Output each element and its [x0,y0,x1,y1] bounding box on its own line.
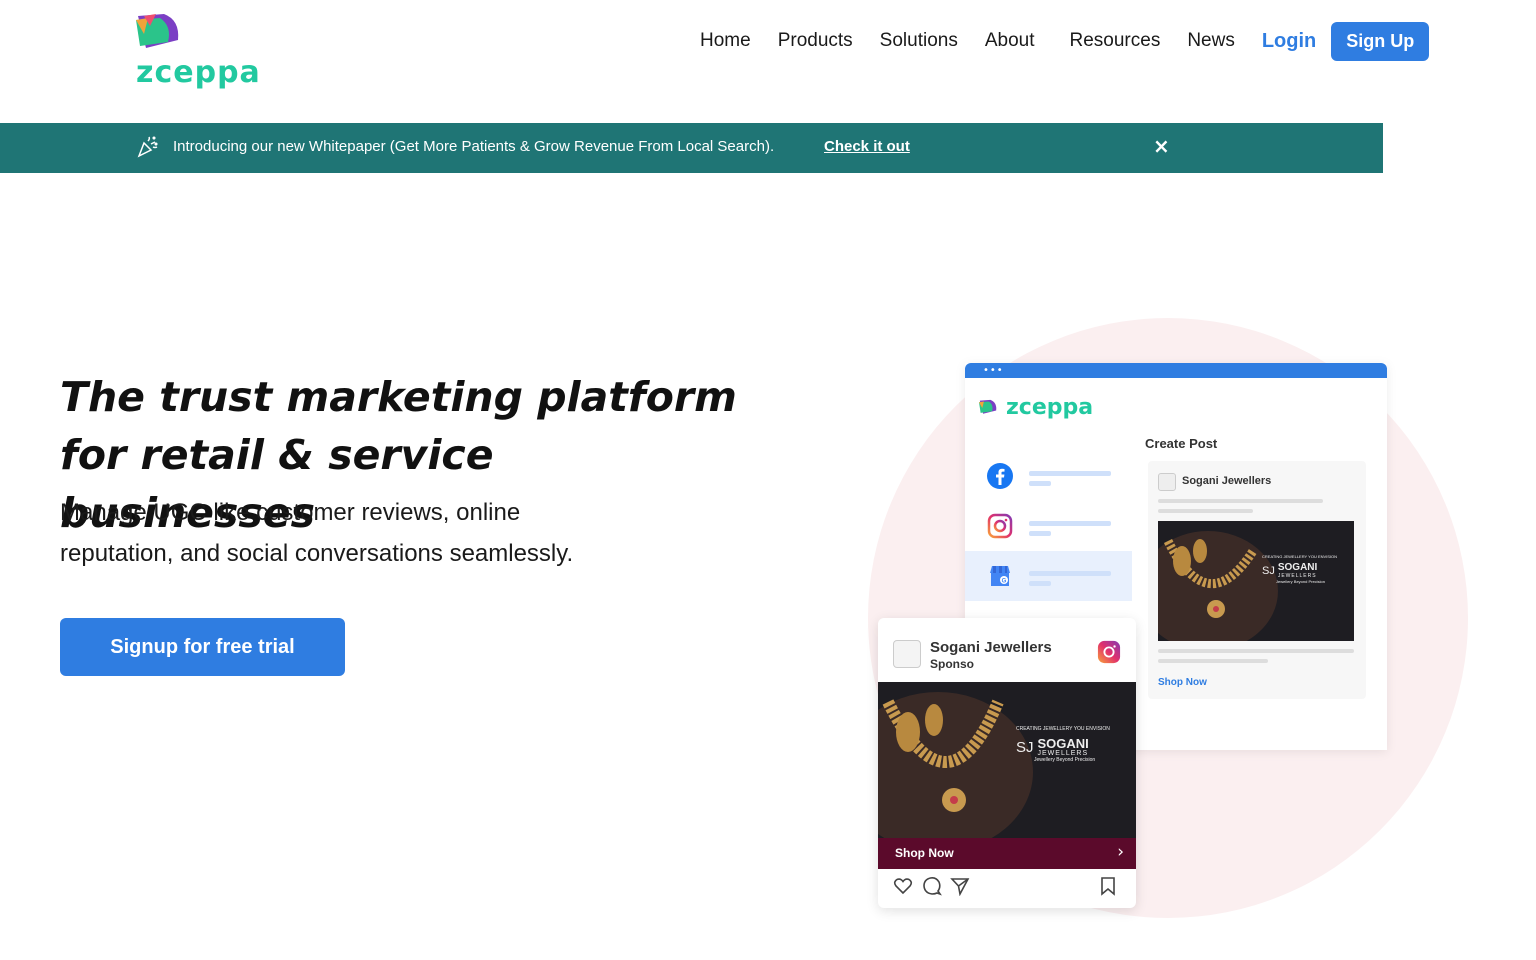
hero-subtitle-line2: reputation, and social conversations sea… [60,540,574,567]
instagram-icon [1097,640,1121,664]
main-nav: Home Products Solutions About Resources … [700,21,1430,61]
placeholder-line [1158,509,1253,513]
placeholder-line [1158,499,1323,503]
brand-slogan: Jewellery Beyond Precision [1034,757,1096,763]
post-preview-card: Sogani Jewellers CREATING JEWELLERY YOU … [1148,461,1366,699]
placeholder-line [1029,571,1111,576]
brand-slogan: Jewellery Beyond Precision [1276,579,1325,584]
ad-account-name: Sogani Jewellers [930,639,1052,656]
brand-block: CREATING JEWELLERY YOU ENVISION SJ SOGAN… [1016,726,1134,763]
party-popper-icon [137,136,158,158]
hero-title-line1: The trust marketing platform [60,373,737,421]
hero-subtitle-line1: Manage UGC like customer reviews, online [60,499,521,526]
sidebar-item-facebook [965,451,1132,501]
ad-sponsored-label: Sponso [930,657,974,671]
bookmark-icon [1101,877,1115,896]
close-icon[interactable]: × [1153,134,1170,158]
share-icon [950,878,970,896]
banner-check-it-out-link[interactable]: Check it out [824,138,910,155]
placeholder-line [1029,581,1051,586]
placeholder-line [1029,471,1111,476]
signup-button[interactable]: Sign Up [1331,21,1430,61]
nav-solutions[interactable]: Solutions [880,30,958,52]
placeholder-line [1029,531,1051,536]
brand-name: SOGANI [1037,736,1089,751]
app-logo-text: zceppa [1006,395,1094,420]
brand-tagline: CREATING JEWELLERY YOU ENVISION [1262,554,1338,559]
login-link[interactable]: Login [1262,30,1316,53]
app-logo: zceppa [978,395,1093,420]
window-dots: ••• [983,365,1004,376]
post-checkbox [1158,473,1176,491]
brand-block: CREATING JEWELLERY YOU ENVISION SJ SOGAN… [1262,554,1352,584]
brand-monogram: SJ [1262,565,1275,577]
app-logo-mark-icon [979,399,997,414]
placeholder-line [1029,481,1051,486]
nav-resources[interactable]: Resources [1070,30,1161,52]
ad-shop-now-label: Shop Now [895,846,954,860]
brand-name: SOGANI [1277,562,1318,573]
instagram-ad-card: Sogani Jewellers Sponso CREATING JEWELLE… [878,618,1136,908]
logo-mark-icon [136,14,179,48]
google-business-icon: G [990,566,1010,586]
hero-subtitle: Manage UGC like customer reviews, online… [60,492,700,574]
nav-about[interactable]: About [985,30,1035,52]
brand-monogram: SJ [1016,738,1034,756]
brand-sub: JEWELLERS [1037,750,1089,757]
nav-news[interactable]: News [1187,30,1235,52]
signup-free-trial-button[interactable]: Signup for free trial [60,618,345,676]
channel-sidebar: G [965,451,1132,601]
banner-text: Introducing our new Whitepaper (Get More… [173,138,775,155]
nav-products[interactable]: Products [778,30,853,52]
placeholder-line [1158,649,1354,653]
jewellery-ad-image: CREATING JEWELLERY YOU ENVISION SJ SOGAN… [878,682,1136,838]
jewellery-ad-image: CREATING JEWELLERY YOU ENVISION SJ SOGAN… [1158,521,1354,641]
placeholder-line [1029,521,1111,526]
chevron-right-icon: › [1117,842,1124,862]
announcement-banner: Introducing our new Whitepaper (Get More… [0,123,1383,173]
create-post-label: Create Post [1145,436,1218,451]
placeholder-line [1158,659,1268,663]
sidebar-item-google-business: G [965,551,1132,601]
facebook-icon [987,463,1013,489]
logo-text: zceppa [136,55,261,90]
sidebar-item-instagram [965,501,1132,551]
ad-checkbox [893,640,921,668]
post-account-name: Sogani Jewellers [1182,475,1272,487]
nav-home[interactable]: Home [700,30,751,52]
svg-text:G: G [1002,579,1007,585]
page: zceppa Home Products Solutions About Res… [0,0,1536,960]
ad-shop-now-bar: Shop Now › [878,838,1136,869]
zceppa-logo[interactable]: zceppa [134,12,264,88]
window-titlebar: ••• [965,363,1387,378]
post-shop-now-label: Shop Now [1158,677,1207,688]
comment-icon [923,877,942,896]
instagram-icon [987,513,1013,539]
heart-icon [893,878,913,895]
brand-tagline: CREATING JEWELLERY YOU ENVISION [1016,726,1110,732]
ad-action-row [893,876,1123,898]
